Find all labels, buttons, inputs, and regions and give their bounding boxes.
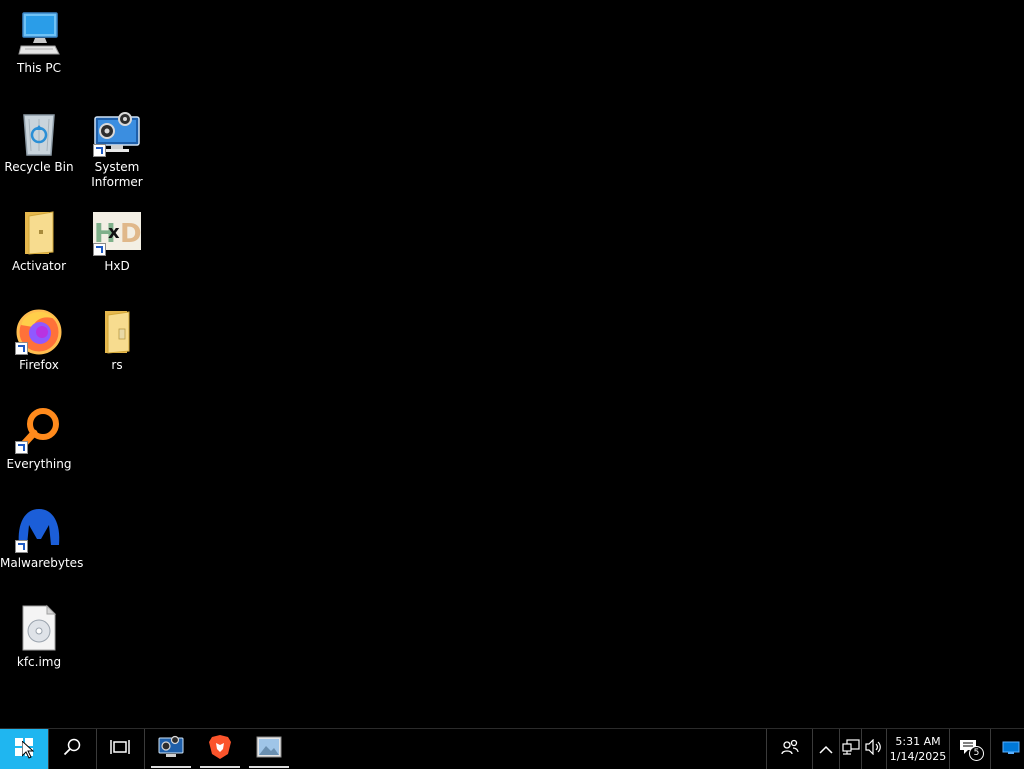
desktop-icon-label: HxD <box>104 259 130 273</box>
clock-time: 5:31 AM <box>895 735 941 748</box>
people-icon <box>780 739 799 759</box>
shortcut-arrow-icon <box>15 441 28 454</box>
desktop-icon-kfc-img[interactable]: kfc.img <box>0 598 78 688</box>
network-button[interactable] <box>840 729 861 769</box>
mouse-cursor-icon <box>21 739 35 763</box>
desktop-icon-recycle-bin[interactable]: Recycle Bin <box>0 103 78 193</box>
folder-icon <box>93 307 141 355</box>
desktop-icon-this-pc[interactable]: This PC <box>0 4 78 94</box>
shortcut-arrow-icon <box>93 243 106 256</box>
taskbar-app-image-viewer[interactable] <box>245 729 293 769</box>
hxd-icon: H x D <box>93 208 142 256</box>
people-button[interactable] <box>767 729 812 769</box>
image-app-icon <box>256 736 282 762</box>
computer-icon <box>15 10 63 58</box>
desktop-icon-label: This PC <box>17 61 61 75</box>
taskbar-app-brave[interactable] <box>196 729 244 769</box>
taskbar-separator <box>144 729 145 769</box>
volume-button[interactable] <box>862 729 886 769</box>
svg-text:x: x <box>108 222 120 243</box>
search-icon <box>63 738 81 760</box>
notification-count-badge: 5 <box>969 746 984 761</box>
system-informer-icon <box>93 109 141 157</box>
desktop-icon-rs[interactable]: rs <box>78 301 156 391</box>
shortcut-arrow-icon <box>15 342 28 355</box>
desktop-icon-malwarebytes[interactable]: Malwarebytes <box>0 499 84 589</box>
show-desktop-icon <box>1002 740 1020 759</box>
desktop-icon-label: Activator <box>11 259 67 273</box>
desktop[interactable]: This PC Recycle Bin System Informer Acti… <box>0 0 1024 728</box>
desktop-icon-hxd[interactable]: H x D HxD <box>78 202 156 292</box>
show-hidden-icons-button[interactable] <box>813 729 839 769</box>
malwarebytes-icon <box>15 505 63 553</box>
volume-icon <box>865 738 883 759</box>
notifications-icon: 5 <box>959 738 984 761</box>
desktop-icon-label: Firefox <box>19 358 59 372</box>
network-icon <box>841 739 860 759</box>
search-button[interactable] <box>49 729 95 769</box>
desktop-icon-label: System Informer <box>91 160 143 189</box>
recycle-bin-icon <box>15 109 63 157</box>
disc-image-icon <box>15 604 63 652</box>
chevron-up-icon <box>819 740 833 759</box>
svg-text:D: D <box>120 219 141 249</box>
desktop-icon-activator[interactable]: Activator <box>0 202 78 292</box>
firefox-icon <box>15 307 63 355</box>
desktop-icon-everything[interactable]: Everything <box>0 400 78 490</box>
desktop-icon-firefox[interactable]: Firefox <box>0 301 78 391</box>
clock-date: 1/14/2025 <box>889 750 947 763</box>
taskbar-separator <box>990 729 991 769</box>
system-informer-icon <box>158 735 184 763</box>
everything-icon <box>15 406 63 454</box>
start-button[interactable] <box>0 729 48 769</box>
shortcut-arrow-icon <box>93 144 106 157</box>
desktop-icon-label: rs <box>111 358 123 372</box>
desktop-icon-label: Everything <box>6 457 72 471</box>
shortcut-arrow-icon <box>15 540 28 553</box>
task-view-button[interactable] <box>97 729 143 769</box>
clock-button[interactable]: 5:31 AM 1/14/2025 <box>887 729 949 769</box>
taskbar: 5:31 AM 1/14/2025 5 <box>0 728 1024 769</box>
desktop-icon-label: Recycle Bin <box>4 160 74 174</box>
desktop-icon-system-informer[interactable]: System Informer <box>78 103 156 193</box>
task-view-icon <box>110 738 130 760</box>
desktop-icon-label: kfc.img <box>16 655 62 669</box>
desktop-icon-label: Malwarebytes <box>0 556 84 570</box>
taskbar-app-system-informer[interactable] <box>147 729 195 769</box>
show-desktop-button[interactable] <box>998 729 1024 769</box>
brave-icon <box>208 734 232 764</box>
action-center-button[interactable]: 5 <box>950 729 990 769</box>
folder-icon <box>15 208 63 256</box>
